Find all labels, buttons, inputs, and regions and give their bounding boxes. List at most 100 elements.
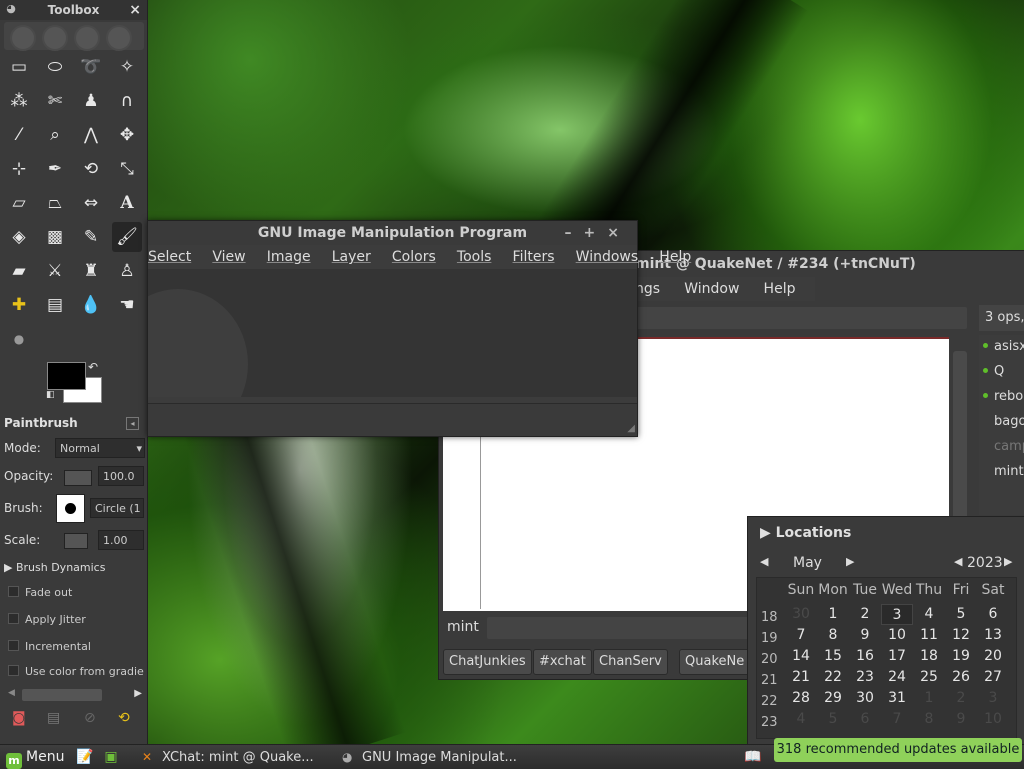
calendar-day[interactable]: 1 — [913, 688, 945, 709]
prev-month-icon[interactable]: ◀ — [760, 555, 768, 568]
brush-name-field[interactable]: Circle (1 — [90, 498, 144, 518]
paths-icon[interactable]: ∩ — [112, 86, 142, 116]
calendar-day[interactable]: 2 — [849, 604, 881, 625]
calendar-day[interactable]: 26 — [945, 667, 977, 688]
blend-icon[interactable]: ▩ — [40, 222, 70, 252]
calendar-day[interactable]: 7 — [881, 709, 913, 730]
tab-xchat[interactable]: #xchat — [533, 649, 592, 675]
terminal-launcher-icon[interactable]: ▣ — [102, 748, 120, 766]
user-item[interactable]: rebo — [979, 385, 1024, 409]
smudge-icon[interactable]: ☚ — [112, 290, 142, 320]
use-color-gradient-checkbox[interactable]: Use color from gradie — [8, 665, 144, 678]
menu-layer[interactable]: Layer — [332, 245, 379, 269]
menu-image[interactable]: Image — [267, 245, 319, 269]
calendar-day[interactable]: 5 — [945, 604, 977, 625]
calendar-day[interactable]: 19 — [945, 646, 977, 667]
calendar-day[interactable]: 30 — [849, 688, 881, 709]
eraser-icon[interactable]: ▰ — [4, 256, 34, 286]
user-item[interactable]: camp — [979, 435, 1024, 459]
incremental-checkbox[interactable]: Incremental — [8, 640, 91, 653]
image-area-strip[interactable] — [4, 22, 144, 51]
brush-dynamics-expander[interactable]: ▶ Brush Dynamics — [4, 561, 105, 574]
calendar-day[interactable]: 13 — [977, 625, 1009, 646]
taskbar-gimp[interactable]: ◕ GNU Image Manipulat... — [336, 746, 542, 768]
calendar-day[interactable]: 3 — [881, 604, 913, 625]
user-item[interactable]: mint — [979, 460, 1024, 484]
restore-options-icon[interactable]: ▤ — [47, 710, 60, 726]
perspective-clone-icon[interactable]: ▤ — [40, 290, 70, 320]
calendar-day[interactable]: 11 — [913, 625, 945, 646]
close-icon[interactable]: × — [129, 0, 141, 20]
clone-icon[interactable]: ♙ — [112, 256, 142, 286]
ink-icon[interactable]: ♜ — [76, 256, 106, 286]
rect-select-icon[interactable]: ▭ — [4, 52, 34, 82]
dodge-burn-icon[interactable]: ● — [4, 324, 34, 354]
resize-grip-icon[interactable]: ◢ — [627, 423, 635, 434]
calendar-day[interactable]: 29 — [817, 688, 849, 709]
opacity-slider[interactable] — [64, 470, 92, 486]
menu-colors[interactable]: Colors — [392, 245, 444, 269]
color-select-icon[interactable]: ⁂ — [4, 86, 34, 116]
mode-select[interactable]: Normal ▾ — [55, 438, 145, 458]
scale-slider[interactable] — [64, 533, 88, 549]
color-picker-icon[interactable]: ⁄ — [4, 120, 34, 150]
menu-window[interactable]: Window — [684, 277, 747, 301]
free-select-icon[interactable]: ➰ — [76, 52, 106, 82]
save-options-icon[interactable]: ◙ — [12, 710, 26, 726]
fuzzy-select-icon[interactable]: ✧ — [112, 52, 142, 82]
calendar-day[interactable]: 25 — [913, 667, 945, 688]
measure-icon[interactable]: ⋀ — [76, 120, 106, 150]
calendar-day[interactable]: 12 — [945, 625, 977, 646]
scroll-thumb[interactable] — [22, 689, 102, 701]
calendar-day[interactable]: 28 — [785, 688, 817, 709]
scroll-left-icon[interactable]: ◀ — [8, 688, 15, 698]
close-icon[interactable]: × — [607, 225, 631, 241]
pencil-icon[interactable]: ✎ — [76, 222, 106, 252]
brush-preview[interactable] — [56, 494, 85, 523]
heal-icon[interactable]: ✚ — [4, 290, 34, 320]
calendar-day[interactable]: 4 — [785, 709, 817, 730]
calendar-day[interactable]: 22 — [817, 667, 849, 688]
user-item[interactable]: bago — [979, 410, 1024, 434]
align-icon[interactable]: ⊹ — [4, 154, 34, 184]
calendar-day[interactable]: 1 — [817, 604, 849, 625]
scroll-right-icon[interactable]: ▶ — [134, 688, 142, 699]
apply-jitter-checkbox[interactable]: Apply Jitter — [8, 613, 86, 626]
reset-colors-icon[interactable]: ◧ — [46, 390, 55, 400]
gimp-titlebar[interactable]: GNU Image Manipulation Program –+× — [148, 221, 637, 245]
calendar-day[interactable]: 24 — [881, 667, 913, 688]
update-notification[interactable]: 318 recommended updates available — [774, 738, 1022, 762]
minimize-icon[interactable]: – — [565, 225, 584, 241]
calendar-day[interactable]: 6 — [849, 709, 881, 730]
calendar-day[interactable]: 18 — [913, 646, 945, 667]
calendar-day[interactable]: 16 — [849, 646, 881, 667]
crop-icon[interactable]: ✒ — [40, 154, 70, 184]
toolbox-titlebar[interactable]: ◕ Toolbox × — [0, 0, 147, 20]
scissors-select-icon[interactable]: ✄ — [40, 86, 70, 116]
calendar-day[interactable]: 10 — [977, 709, 1009, 730]
text-icon[interactable]: A — [112, 188, 142, 218]
user-item[interactable]: Q — [979, 360, 1024, 384]
menu-help[interactable]: Help — [659, 245, 699, 269]
reset-options-icon[interactable]: ⟲ — [118, 710, 130, 726]
calendar-day[interactable]: 17 — [881, 646, 913, 667]
calendar-day[interactable]: 14 — [785, 646, 817, 667]
menu-select[interactable]: Select — [148, 245, 199, 269]
tab-chanserv[interactable]: ChanServ — [593, 649, 668, 675]
menu-help[interactable]: Help — [764, 277, 804, 301]
calendar-day[interactable]: 8 — [913, 709, 945, 730]
options-scrollbar[interactable]: ◀ ▶ — [4, 688, 144, 702]
next-month-icon[interactable]: ▶ — [846, 555, 854, 568]
chat-scrollbar[interactable] — [953, 351, 967, 521]
menu-view[interactable]: View — [212, 245, 253, 269]
calendar-day[interactable]: 23 — [849, 667, 881, 688]
locations-expander[interactable]: ▶ Locations — [760, 525, 851, 541]
calendar-day[interactable]: 7 — [785, 625, 817, 646]
calendar-day[interactable]: 9 — [945, 709, 977, 730]
rotate-icon[interactable]: ⟲ — [76, 154, 106, 184]
foreground-select-icon[interactable]: ♟ — [76, 86, 106, 116]
configure-icon[interactable]: ◂ — [126, 417, 139, 430]
zoom-icon[interactable]: ⌕ — [40, 120, 70, 150]
paintbrush-icon[interactable]: 🖌 — [112, 222, 142, 252]
menu-button[interactable]: m Menu — [6, 747, 64, 769]
